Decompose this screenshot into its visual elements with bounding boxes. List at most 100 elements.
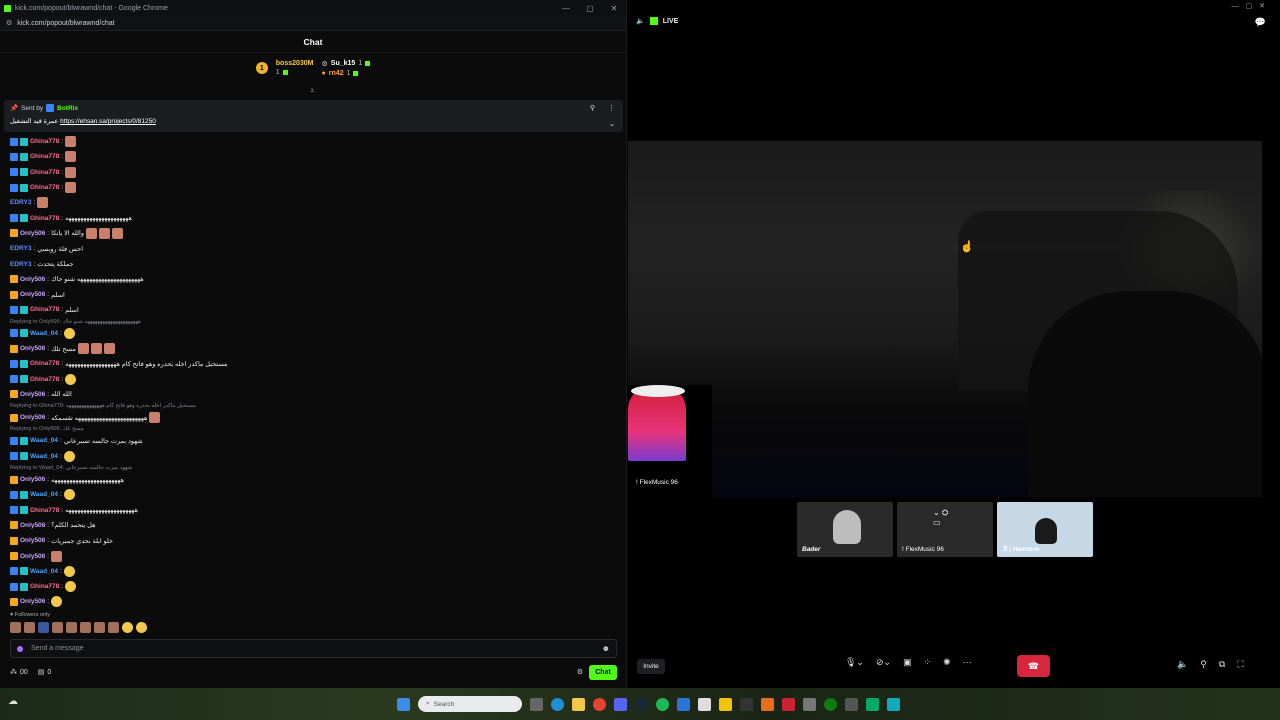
gift-stat[interactable]: ▤ 0 [38, 668, 52, 677]
participant-tile[interactable]: ⌄ ⛭ ▭ ! FlexMusic 96 [897, 502, 993, 557]
gifter-name[interactable]: Su_k15 [331, 60, 356, 67]
file-explorer-icon[interactable] [572, 697, 585, 711]
username[interactable]: Ghina778 [30, 306, 59, 313]
username[interactable]: Only506 [20, 598, 45, 605]
gear-icon[interactable]: ⚙ [577, 668, 583, 676]
username[interactable]: Only506 [20, 537, 45, 544]
username[interactable]: Only506 [20, 553, 45, 560]
username[interactable]: Ghina778 [30, 153, 59, 160]
maximize-icon[interactable]: ▢ [578, 4, 602, 13]
activities-icon[interactable]: ⁘ [924, 657, 932, 668]
username[interactable]: Waad_04 [30, 437, 58, 444]
app-icon[interactable] [887, 697, 900, 711]
username[interactable]: EDRY3 [10, 245, 31, 252]
scroll-down-icon[interactable]: ⩡ [310, 86, 315, 96]
username[interactable]: Ghina778 [30, 184, 59, 191]
send-chat-button[interactable]: Chat [589, 664, 617, 680]
invite-button[interactable]: Invite [637, 659, 665, 674]
emote[interactable] [136, 622, 147, 633]
username[interactable]: Ghina778 [30, 138, 59, 145]
steam-icon[interactable] [635, 697, 648, 711]
close-icon[interactable]: ✕ [602, 4, 626, 13]
app-icon[interactable] [845, 697, 858, 711]
task-view-icon[interactable] [530, 697, 543, 711]
username[interactable]: Ghina778 [30, 507, 59, 514]
message-input[interactable]: Send a message ☻ [10, 639, 617, 658]
chrome-icon[interactable] [593, 697, 606, 711]
video-off-icon[interactable]: ⊘⌄ [876, 657, 891, 668]
chat-bubble-icon[interactable]: 💬 [1255, 17, 1266, 28]
username[interactable]: Waad_04 [30, 330, 58, 337]
address-bar[interactable]: ⚙ kick.com/popout/blwrawnd/chat [0, 16, 626, 31]
volume-icon[interactable]: 🔈 [1177, 659, 1188, 670]
username[interactable]: Only506 [20, 230, 45, 237]
emote[interactable] [24, 622, 35, 633]
edge-icon[interactable] [551, 697, 564, 711]
popout-icon[interactable]: ⧉ [1219, 659, 1225, 670]
discord-icon[interactable] [614, 697, 627, 711]
username[interactable]: Only506 [20, 345, 45, 352]
emote[interactable] [10, 622, 21, 633]
main-video[interactable] [628, 141, 1262, 497]
pin-icon[interactable]: ⚲ [1200, 659, 1207, 670]
start-icon[interactable] [397, 697, 410, 711]
username[interactable]: Ghina778 [30, 360, 59, 367]
emote[interactable] [66, 622, 77, 633]
username[interactable]: Ghina778 [30, 215, 59, 222]
gifter-name[interactable]: boss2030M [276, 60, 314, 67]
app-icon[interactable] [719, 697, 732, 711]
emoji-icon[interactable]: ☻ [602, 644, 610, 653]
taskbar-search[interactable]: ⌕ Search [418, 696, 522, 712]
username[interactable]: Ghina778 [30, 376, 59, 383]
username[interactable]: Ghina778 [30, 169, 59, 176]
username[interactable]: Only506 [20, 276, 45, 283]
app-icon[interactable] [677, 697, 690, 711]
emote[interactable] [38, 622, 49, 633]
username[interactable]: Ghina778 [30, 583, 59, 590]
pin-icon[interactable]: ⚲ [590, 104, 595, 112]
username[interactable]: Waad_04 [30, 491, 58, 498]
app-icon[interactable] [803, 697, 816, 711]
username[interactable]: Only506 [20, 522, 45, 529]
app-icon[interactable] [866, 697, 879, 711]
screen-share-icon[interactable]: ▣ [903, 657, 912, 668]
pinned-sender[interactable]: BotRix [57, 105, 78, 112]
username[interactable]: Only506 [20, 291, 45, 298]
emote[interactable] [108, 622, 119, 633]
chevron-down-icon[interactable]: ⌄ [609, 120, 615, 128]
username[interactable]: Only506 [20, 476, 45, 483]
site-info-icon[interactable]: ⚙ [6, 19, 12, 27]
window-controls[interactable]: —▢✕ [1232, 2, 1272, 10]
minimize-icon[interactable]: — [554, 4, 578, 13]
points-stat[interactable]: ⁂ 00 [10, 668, 28, 677]
emote[interactable] [94, 622, 105, 633]
app-icon[interactable] [761, 697, 774, 711]
app-icon[interactable] [698, 697, 711, 711]
participant-tile[interactable]: Bader [797, 502, 893, 557]
pinned-link[interactable]: https://ehsan.sa/projects/0/81250 [60, 118, 156, 125]
app-icon[interactable] [782, 697, 795, 711]
xbox-icon[interactable] [824, 697, 837, 711]
weather-widget-icon[interactable]: ☁ [8, 696, 18, 707]
hang-up-button[interactable]: ☎ [1017, 655, 1050, 677]
username[interactable]: EDRY3 [10, 199, 31, 206]
participant-tile[interactable]: ℛ | Hamtaro [997, 502, 1093, 557]
fullscreen-icon[interactable]: ⛶ [1237, 659, 1243, 670]
username[interactable]: Waad_04 [30, 568, 58, 575]
more-options-icon[interactable]: ⋮ [608, 104, 615, 112]
more-icon[interactable]: ⋯ [963, 657, 972, 668]
username[interactable]: Only506 [20, 414, 45, 421]
gifter-name[interactable]: rn42 [329, 70, 344, 77]
emote[interactable] [122, 622, 133, 633]
spotify-icon[interactable] [656, 697, 669, 711]
soundboard-icon[interactable]: ✺ [943, 657, 951, 668]
speaker-icon[interactable]: 🔈 [636, 17, 645, 25]
emote[interactable] [52, 622, 63, 633]
speaker-tile[interactable]: ! FlexMusic 96 [628, 385, 712, 497]
emote[interactable] [80, 622, 91, 633]
mic-icon[interactable]: 🎙︎⌄ [845, 657, 864, 668]
username[interactable]: EDRY3 [10, 261, 31, 268]
app-icon[interactable] [740, 697, 753, 711]
username[interactable]: Only506 [20, 391, 45, 398]
username[interactable]: Waad_04 [30, 453, 58, 460]
